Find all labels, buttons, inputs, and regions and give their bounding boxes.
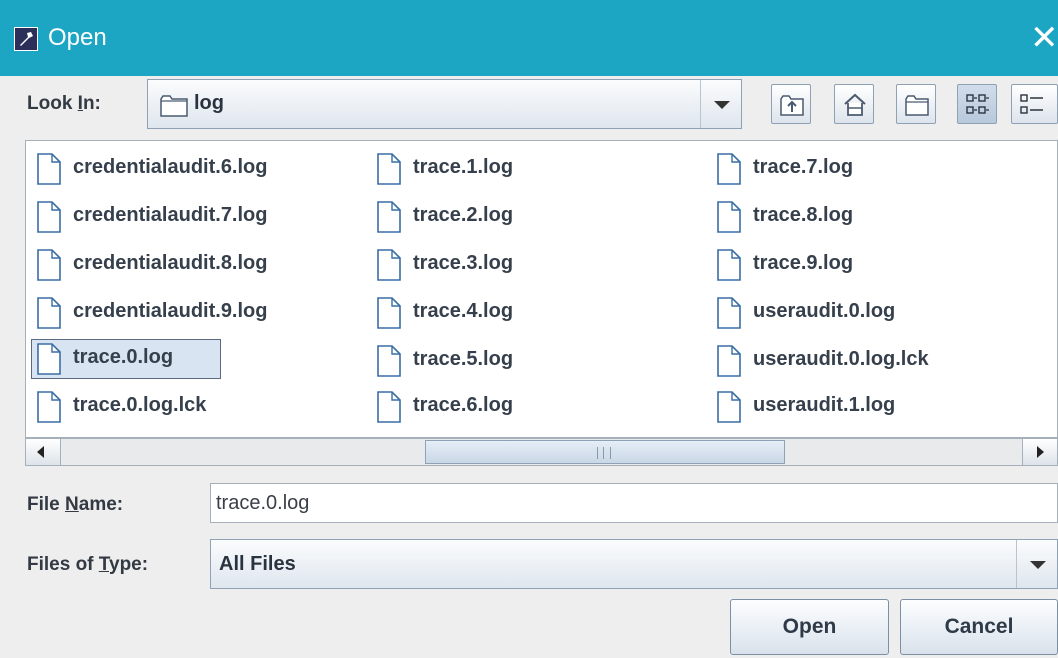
file-icon	[717, 201, 741, 233]
grip-icon	[597, 447, 611, 459]
file-icon	[377, 345, 401, 377]
files-of-type-value: All Files	[219, 553, 296, 575]
scrollbar-thumb[interactable]	[425, 440, 785, 464]
file-icon	[717, 391, 741, 423]
file-icon	[37, 297, 61, 329]
file-name: trace.6.log	[413, 394, 514, 416]
chevron-down-icon[interactable]	[700, 80, 741, 128]
file-name-field[interactable]	[210, 483, 1058, 523]
list-item[interactable]: trace.8.log	[709, 197, 1049, 237]
file-icon	[37, 201, 61, 233]
look-in-label: Look In:	[27, 93, 101, 114]
file-name: trace.3.log	[413, 252, 514, 274]
list-item[interactable]: trace.0.log.lck	[29, 387, 359, 427]
list-item-selected[interactable]: trace.0.log	[29, 339, 359, 379]
list-item[interactable]: useraudit.1.log	[709, 387, 1049, 427]
list-view-button[interactable]	[957, 84, 997, 124]
title-bar: Open ✕	[0, 0, 1058, 76]
file-icon	[717, 297, 741, 329]
file-name: trace.1.log	[413, 156, 514, 178]
list-item[interactable]: trace.2.log	[369, 197, 669, 237]
new-folder-button[interactable]	[896, 84, 936, 124]
files-of-type-dropdown[interactable]: All Files	[210, 539, 1058, 589]
list-item[interactable]: credentialaudit.9.log	[29, 293, 359, 333]
file-name: useraudit.1.log	[753, 394, 896, 416]
file-name: trace.7.log	[753, 156, 854, 178]
list-view-icon	[966, 94, 989, 114]
java-app-icon	[14, 27, 38, 51]
home-icon	[844, 93, 866, 116]
list-item[interactable]: trace.9.log	[709, 245, 1049, 285]
details-view-icon	[1020, 94, 1043, 114]
chevron-down-icon[interactable]	[1016, 540, 1057, 588]
scroll-left-button[interactable]	[26, 439, 61, 465]
list-item[interactable]: useraudit.0.log.lck	[709, 341, 1049, 381]
file-icon	[377, 391, 401, 423]
file-icon	[37, 343, 61, 375]
look-in-dropdown[interactable]: log	[147, 79, 742, 129]
list-item[interactable]: credentialaudit.8.log	[29, 245, 359, 285]
file-name: credentialaudit.6.log	[73, 156, 268, 178]
arrow-left-icon	[37, 446, 44, 458]
folder-icon	[160, 95, 188, 117]
file-name: trace.9.log	[753, 252, 854, 274]
open-button[interactable]: Open	[730, 599, 889, 655]
file-name-label: File Name:	[27, 494, 124, 515]
file-name: credentialaudit.7.log	[73, 204, 268, 226]
file-icon	[377, 201, 401, 233]
file-icon	[377, 297, 401, 329]
up-one-level-button[interactable]	[771, 84, 811, 124]
file-icon	[717, 153, 741, 185]
arrow-right-icon	[1037, 446, 1044, 458]
file-name: trace.2.log	[413, 204, 514, 226]
file-icon	[37, 249, 61, 281]
new-folder-icon	[905, 95, 929, 116]
file-icon	[717, 345, 741, 377]
file-name: trace.5.log	[413, 348, 514, 370]
list-item[interactable]: trace.4.log	[369, 293, 669, 333]
list-item[interactable]: trace.1.log	[369, 149, 669, 189]
file-name: credentialaudit.9.log	[73, 300, 268, 322]
close-icon[interactable]: ✕	[1030, 20, 1058, 56]
file-name: useraudit.0.log	[753, 300, 896, 322]
files-of-type-label: Files of Type:	[27, 554, 149, 575]
file-icon	[37, 153, 61, 185]
look-in-value: log	[194, 92, 224, 114]
scroll-right-button[interactable]	[1022, 439, 1057, 465]
list-item[interactable]: trace.7.log	[709, 149, 1049, 189]
file-icon	[717, 249, 741, 281]
list-item[interactable]: useraudit.0.log	[709, 293, 1049, 333]
list-item[interactable]: trace.5.log	[369, 341, 669, 381]
list-item[interactable]: trace.3.log	[369, 245, 669, 285]
file-name: useraudit.0.log.lck	[753, 348, 929, 370]
file-name: trace.0.log	[73, 346, 174, 368]
list-item[interactable]: credentialaudit.7.log	[29, 197, 359, 237]
up-folder-icon	[780, 95, 804, 116]
file-list[interactable]: credentialaudit.6.log credentialaudit.7.…	[25, 140, 1058, 438]
home-button[interactable]	[834, 84, 874, 124]
file-name: trace.0.log.lck	[73, 394, 207, 416]
window-title: Open	[48, 24, 107, 51]
file-icon	[37, 391, 61, 423]
file-icon	[377, 249, 401, 281]
file-name: trace.4.log	[413, 300, 514, 322]
list-item[interactable]: trace.6.log	[369, 387, 669, 427]
file-name: credentialaudit.8.log	[73, 252, 268, 274]
file-name: trace.8.log	[753, 204, 854, 226]
file-icon	[377, 153, 401, 185]
details-view-button[interactable]	[1011, 84, 1058, 124]
horizontal-scrollbar[interactable]	[25, 438, 1058, 466]
list-item[interactable]: credentialaudit.6.log	[29, 149, 359, 189]
cancel-button[interactable]: Cancel	[900, 599, 1058, 655]
